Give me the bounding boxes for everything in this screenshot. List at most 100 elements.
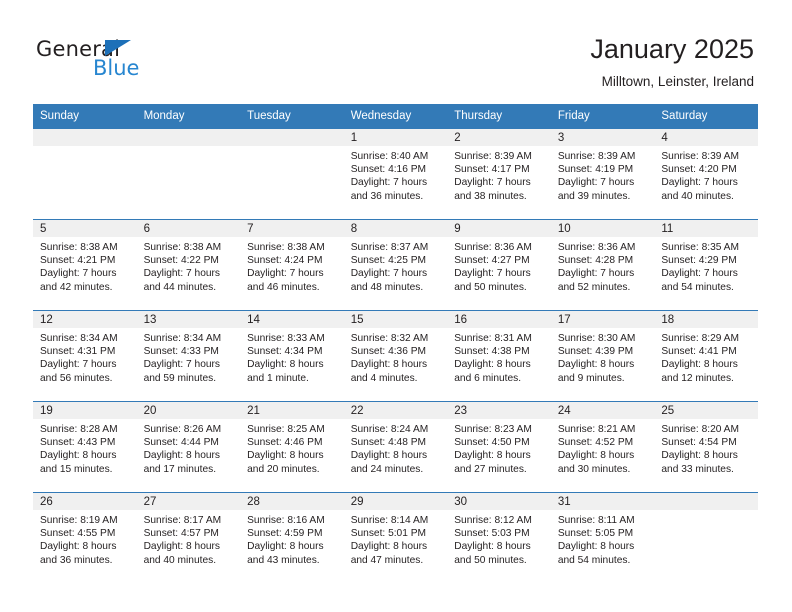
- calendar-cell-empty: [136, 128, 241, 220]
- day-cell-inner: 22 Sunrise: 8:24 AM Sunset: 4:48 PM Dayligh…: [343, 402, 448, 492]
- calendar-day-cell[interactable]: 17 Sunrise: 8:30 AM Sunset: 4:39 PM Dayligh…: [550, 310, 655, 402]
- day-number: 27: [136, 493, 241, 510]
- day-cell-inner: 13 Sunrise: 8:34 AM Sunset: 4:33 PM Dayligh…: [136, 311, 241, 401]
- day-cell-inner: 25 Sunrise: 8:20 AM Sunset: 4:54 PM Dayligh…: [654, 402, 758, 492]
- day-number: 24: [550, 402, 655, 419]
- general-blue-logo[interactable]: General Blue: [36, 38, 236, 88]
- day-cell-inner: 9 Sunrise: 8:36 AM Sunset: 4:27 PM Daylight…: [447, 220, 551, 310]
- calendar-day-cell[interactable]: 24 Sunrise: 8:21 AM Sunset: 4:52 PM Dayligh…: [550, 401, 655, 493]
- calendar-day-cell[interactable]: 1 Sunrise: 8:40 AM Sunset: 4:16 PM Daylight…: [343, 128, 448, 220]
- calendar-day-cell[interactable]: 19 Sunrise: 8:28 AM Sunset: 4:43 PM Dayligh…: [33, 401, 137, 493]
- weekday-header-friday: Friday: [550, 104, 655, 129]
- calendar-day-cell[interactable]: 10 Sunrise: 8:36 AM Sunset: 4:28 PM Dayligh…: [550, 219, 655, 311]
- calendar-day-cell[interactable]: 8 Sunrise: 8:37 AM Sunset: 4:25 PM Daylight…: [343, 219, 448, 311]
- day-number: 6: [136, 220, 241, 237]
- day-number: 25: [654, 402, 758, 419]
- day-info-daylight2: and 40 minutes.: [143, 554, 217, 566]
- day-info-daylight1: Daylight: 8 hours: [40, 541, 117, 553]
- day-info-daylight2: and 38 minutes.: [454, 190, 527, 202]
- calendar-day-cell[interactable]: 30 Sunrise: 8:12 AM Sunset: 5:03 PM Dayligh…: [447, 492, 551, 583]
- calendar-day-cell[interactable]: 22 Sunrise: 8:24 AM Sunset: 4:48 PM Dayligh…: [343, 401, 448, 493]
- calendar-day-cell[interactable]: 31 Sunrise: 8:11 AM Sunset: 5:05 PM Dayligh…: [550, 492, 655, 583]
- day-info: Sunrise: 8:31 AM Sunset: 4:38 PM Daylight:…: [447, 328, 551, 385]
- calendar-day-cell[interactable]: 28 Sunrise: 8:16 AM Sunset: 4:59 PM Dayligh…: [240, 492, 344, 583]
- day-info: Sunrise: 8:34 AM Sunset: 4:31 PM Daylight:…: [33, 328, 137, 385]
- calendar-week-row: 19 Sunrise: 8:28 AM Sunset: 4:43 PM Dayligh…: [33, 401, 758, 493]
- day-info-sunrise: Sunrise: 8:33 AM: [247, 333, 325, 344]
- calendar-day-cell[interactable]: 29 Sunrise: 8:14 AM Sunset: 5:01 PM Dayligh…: [343, 492, 448, 583]
- calendar-day-cell[interactable]: 23 Sunrise: 8:23 AM Sunset: 4:50 PM Dayligh…: [447, 401, 551, 493]
- day-info: Sunrise: 8:34 AM Sunset: 4:33 PM Daylight:…: [137, 328, 241, 385]
- day-info-daylight2: and 54 minutes.: [661, 281, 734, 293]
- day-info: Sunrise: 8:36 AM Sunset: 4:28 PM Daylight:…: [551, 237, 655, 294]
- calendar-day-cell[interactable]: 12 Sunrise: 8:34 AM Sunset: 4:31 PM Dayligh…: [33, 310, 137, 402]
- day-cell-inner: 16 Sunrise: 8:31 AM Sunset: 4:38 PM Dayligh…: [447, 311, 551, 401]
- day-info-daylight2: and 15 minutes.: [40, 463, 113, 475]
- day-info-daylight1: Daylight: 7 hours: [557, 268, 635, 280]
- day-info-daylight2: and 33 minutes.: [661, 463, 734, 475]
- calendar-day-cell[interactable]: 11 Sunrise: 8:35 AM Sunset: 4:29 PM Dayligh…: [654, 219, 758, 311]
- day-info-sunrise: Sunrise: 8:39 AM: [454, 151, 532, 162]
- day-info: Sunrise: 8:29 AM Sunset: 4:41 PM Daylight:…: [654, 328, 758, 385]
- day-info-sunset: Sunset: 4:27 PM: [454, 255, 530, 267]
- calendar-day-cell[interactable]: 27 Sunrise: 8:17 AM Sunset: 4:57 PM Dayligh…: [136, 492, 241, 583]
- day-cell-inner: 27 Sunrise: 8:17 AM Sunset: 4:57 PM Dayligh…: [136, 493, 241, 583]
- calendar-day-cell[interactable]: 14 Sunrise: 8:33 AM Sunset: 4:34 PM Dayligh…: [240, 310, 344, 402]
- day-info: Sunrise: 8:40 AM Sunset: 4:16 PM Daylight:…: [344, 146, 448, 203]
- day-number: 29: [343, 493, 448, 510]
- calendar-day-cell[interactable]: 18 Sunrise: 8:29 AM Sunset: 4:41 PM Dayligh…: [654, 310, 758, 402]
- day-info: Sunrise: 8:39 AM Sunset: 4:19 PM Daylight:…: [551, 146, 655, 203]
- day-info: Sunrise: 8:12 AM Sunset: 5:03 PM Daylight:…: [447, 510, 551, 567]
- day-number: 22: [343, 402, 448, 419]
- day-number: 26: [33, 493, 137, 510]
- weekday-header-row: Sunday Monday Tuesday Wednesday Thursday Frid…: [33, 104, 758, 129]
- day-info-daylight1: Daylight: 8 hours: [247, 359, 324, 371]
- day-number: [240, 129, 344, 146]
- calendar-day-cell[interactable]: 15 Sunrise: 8:32 AM Sunset: 4:36 PM Dayligh…: [343, 310, 448, 402]
- day-info-daylight1: Daylight: 8 hours: [557, 541, 635, 553]
- weekday-header-thursday: Thursday: [447, 104, 551, 129]
- calendar-day-cell[interactable]: 4 Sunrise: 8:39 AM Sunset: 4:20 PM Daylight…: [654, 128, 758, 220]
- day-info-sunrise: Sunrise: 8:24 AM: [350, 424, 429, 435]
- calendar-cell-empty: [33, 128, 137, 220]
- calendar-day-cell[interactable]: 5 Sunrise: 8:38 AM Sunset: 4:21 PM Daylight…: [33, 219, 137, 311]
- calendar-day-cell[interactable]: 6 Sunrise: 8:38 AM Sunset: 4:22 PM Daylight…: [136, 219, 241, 311]
- day-number: 12: [33, 311, 137, 328]
- calendar-day-cell[interactable]: 25 Sunrise: 8:20 AM Sunset: 4:54 PM Dayligh…: [654, 401, 758, 493]
- day-number: 16: [447, 311, 551, 328]
- day-info-sunset: Sunset: 4:24 PM: [247, 255, 323, 267]
- day-info-daylight2: and 50 minutes.: [454, 554, 527, 566]
- day-cell-inner: 26 Sunrise: 8:19 AM Sunset: 4:55 PM Dayligh…: [33, 493, 137, 583]
- day-info-daylight2: and 40 minutes.: [661, 190, 734, 202]
- day-info-daylight2: and 43 minutes.: [247, 554, 320, 566]
- day-cell-inner: [136, 129, 241, 219]
- calendar-day-cell[interactable]: 16 Sunrise: 8:31 AM Sunset: 4:38 PM Dayligh…: [447, 310, 551, 402]
- calendar-day-cell[interactable]: 9 Sunrise: 8:36 AM Sunset: 4:27 PM Daylight…: [447, 219, 551, 311]
- day-info: Sunrise: 8:17 AM Sunset: 4:57 PM Daylight:…: [137, 510, 241, 567]
- calendar-day-cell[interactable]: 7 Sunrise: 8:38 AM Sunset: 4:24 PM Daylight…: [240, 219, 344, 311]
- day-info-sunrise: Sunrise: 8:38 AM: [247, 242, 325, 253]
- day-info-sunset: Sunset: 4:57 PM: [143, 528, 219, 540]
- day-info-sunrise: Sunrise: 8:12 AM: [454, 515, 532, 526]
- day-number: 17: [550, 311, 655, 328]
- calendar-day-cell[interactable]: 2 Sunrise: 8:39 AM Sunset: 4:17 PM Daylight…: [447, 128, 551, 220]
- day-info: Sunrise: 8:33 AM Sunset: 4:34 PM Daylight:…: [240, 328, 344, 385]
- day-info-sunrise: Sunrise: 8:36 AM: [557, 242, 636, 253]
- day-info-daylight2: and 6 minutes.: [454, 372, 522, 384]
- day-info-daylight1: Daylight: 8 hours: [454, 541, 531, 553]
- day-number: 9: [447, 220, 551, 237]
- day-info-sunset: Sunset: 4:50 PM: [454, 437, 530, 449]
- calendar-day-cell[interactable]: 21 Sunrise: 8:25 AM Sunset: 4:46 PM Dayligh…: [240, 401, 344, 493]
- day-info-daylight1: Daylight: 8 hours: [557, 359, 635, 371]
- day-info-daylight1: Daylight: 8 hours: [143, 450, 221, 462]
- day-info-sunset: Sunset: 4:22 PM: [143, 255, 219, 267]
- day-info-sunset: Sunset: 4:36 PM: [350, 346, 427, 358]
- calendar-day-cell[interactable]: 3 Sunrise: 8:39 AM Sunset: 4:19 PM Daylight…: [550, 128, 655, 220]
- day-info-daylight1: Daylight: 8 hours: [661, 359, 738, 371]
- calendar-day-cell[interactable]: 13 Sunrise: 8:34 AM Sunset: 4:33 PM Dayligh…: [136, 310, 241, 402]
- day-info-sunrise: Sunrise: 8:39 AM: [557, 151, 636, 162]
- weekday-header-saturday: Saturday: [654, 104, 758, 129]
- calendar-day-cell[interactable]: 20 Sunrise: 8:26 AM Sunset: 4:44 PM Dayligh…: [136, 401, 241, 493]
- calendar-day-cell[interactable]: 26 Sunrise: 8:19 AM Sunset: 4:55 PM Dayligh…: [33, 492, 137, 583]
- day-cell-inner: 20 Sunrise: 8:26 AM Sunset: 4:44 PM Dayligh…: [136, 402, 241, 492]
